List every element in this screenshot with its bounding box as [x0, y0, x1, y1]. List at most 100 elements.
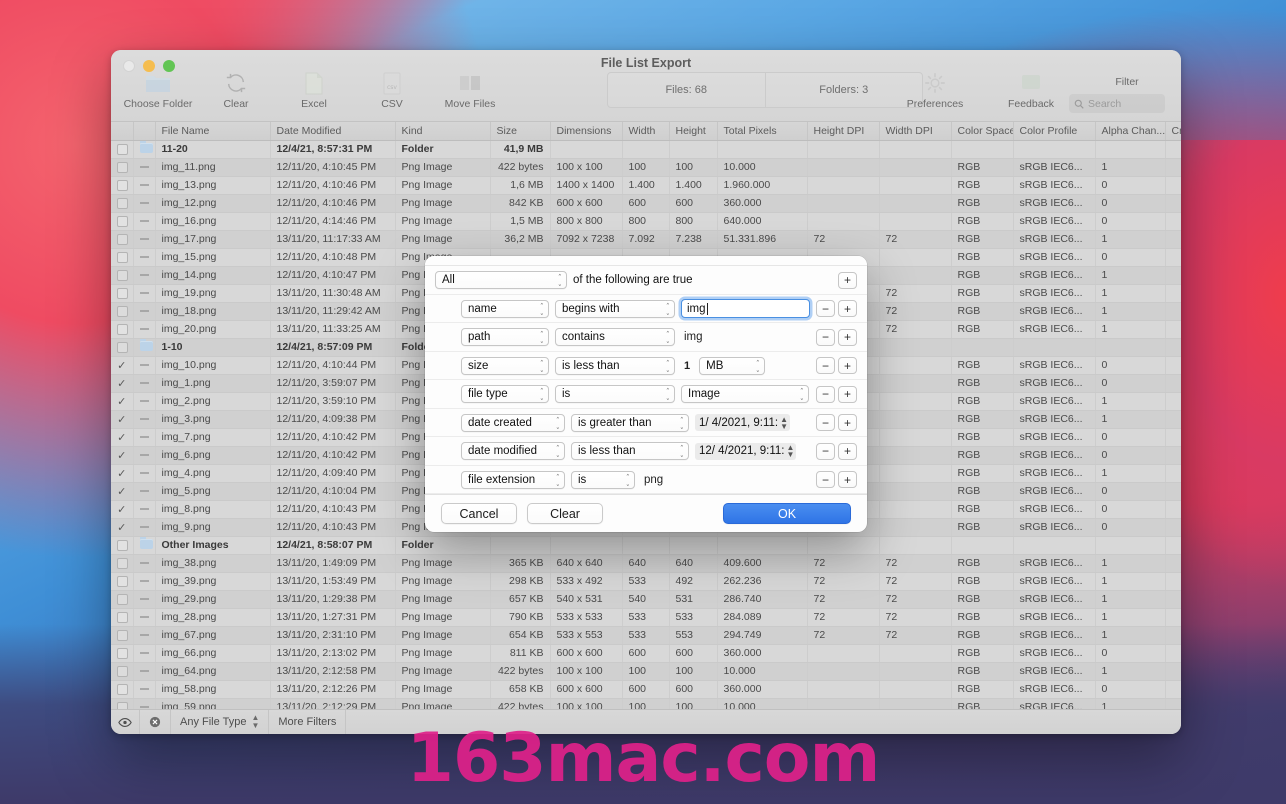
remove-rule-button[interactable]: − — [816, 442, 835, 460]
header-total-pixels[interactable]: Total Pixels — [717, 122, 808, 141]
row-checkbox[interactable] — [111, 158, 134, 177]
row-checkbox[interactable] — [111, 662, 134, 681]
remove-rule-button[interactable]: − — [816, 328, 835, 346]
row-checkbox[interactable] — [111, 320, 134, 339]
rule-field-dropdown[interactable]: date created — [461, 413, 565, 432]
toolbar-button-choose-folder[interactable]: Choose Folder — [119, 70, 197, 110]
toolbar-button-excel[interactable]: Excel — [275, 70, 353, 110]
add-rule-button[interactable]: + — [838, 357, 857, 375]
table-row[interactable]: Other Images 12/4/21, 8:58:07 PM Folder — [111, 536, 1181, 555]
add-rule-button[interactable]: + — [838, 442, 857, 460]
table-row[interactable]: img_38.png 13/11/20, 1:49:09 PM Png Image 3… — [111, 554, 1181, 573]
rule-field-dropdown[interactable]: file type — [461, 385, 549, 404]
row-checkbox[interactable] — [111, 626, 134, 645]
add-rule-button[interactable]: + — [838, 414, 857, 432]
header-size[interactable]: Size — [490, 122, 551, 141]
header-width[interactable]: Width — [622, 122, 670, 141]
row-checkbox[interactable]: ✓ — [111, 518, 134, 537]
table-row[interactable]: img_11.png 12/11/20, 4:10:45 PM Png Image 4… — [111, 158, 1181, 177]
table-row[interactable]: img_59.png 13/11/20, 2:12:29 PM Png Image 4… — [111, 698, 1181, 709]
toolbar-button-preferences[interactable]: Preferences — [887, 70, 983, 110]
toolbar-button-clear[interactable]: Clear — [197, 70, 275, 110]
row-checkbox[interactable] — [111, 572, 134, 591]
row-checkbox[interactable] — [111, 212, 134, 231]
table-row[interactable]: img_13.png 12/11/20, 4:10:46 PM Png Image 1… — [111, 176, 1181, 195]
table-row[interactable]: img_58.png 13/11/20, 2:12:26 PM Png Image 6… — [111, 680, 1181, 699]
remove-rule-button[interactable]: − — [816, 385, 835, 403]
table-row[interactable]: img_17.png 13/11/20, 11:17:33 AM Png Image… — [111, 230, 1181, 249]
table-row[interactable]: img_66.png 13/11/20, 2:13:02 PM Png Image 8… — [111, 644, 1181, 663]
header-color-profile[interactable]: Color Profile — [1013, 122, 1096, 141]
row-checkbox[interactable] — [111, 680, 134, 699]
header-file-name[interactable]: File Name — [155, 122, 271, 141]
row-checkbox[interactable] — [111, 176, 134, 195]
match-mode-dropdown[interactable]: All — [435, 271, 567, 290]
remove-rule-button[interactable]: − — [816, 471, 835, 489]
row-checkbox[interactable]: ✓ — [111, 446, 134, 465]
row-checkbox[interactable] — [111, 536, 134, 555]
cancel-button[interactable]: Cancel — [441, 503, 517, 525]
toolbar-button-feedback[interactable]: Feedback — [983, 70, 1079, 110]
table-row[interactable]: img_12.png 12/11/20, 4:10:46 PM Png Image 8… — [111, 194, 1181, 213]
row-checkbox[interactable] — [111, 698, 134, 709]
header-date-modified[interactable]: Date Modified — [270, 122, 396, 141]
table-row[interactable]: img_29.png 13/11/20, 1:29:38 PM Png Image 6… — [111, 590, 1181, 609]
rule-value-dropdown[interactable]: Image — [681, 385, 809, 404]
chevron-updown-icon[interactable]: ▲ ▼ — [786, 444, 794, 459]
row-checkbox[interactable]: ✓ — [111, 374, 134, 393]
rule-operator-dropdown[interactable]: is — [571, 470, 635, 489]
remove-rule-button[interactable]: − — [816, 300, 835, 318]
header-kind[interactable]: Kind — [395, 122, 491, 141]
add-rule-button[interactable]: + — [838, 385, 857, 403]
rule-value-input[interactable]: img — [681, 331, 703, 343]
table-row[interactable]: 11-20 12/4/21, 8:57:31 PM Folder 41,9 MB — [111, 140, 1181, 159]
table-row[interactable]: img_67.png 13/11/20, 2:31:10 PM Png Image 6… — [111, 626, 1181, 645]
add-rule-button[interactable]: + — [838, 300, 857, 318]
rule-date-stepper[interactable]: 12/ 4/2021, 9:11: ▲ ▼ — [695, 442, 797, 460]
rule-operator-dropdown[interactable]: begins with — [555, 299, 675, 318]
table-row[interactable]: img_28.png 13/11/20, 1:27:31 PM Png Image 7… — [111, 608, 1181, 627]
header-height-dpi[interactable]: Height DPI — [807, 122, 880, 141]
rule-operator-dropdown[interactable]: contains — [555, 328, 675, 347]
row-checkbox[interactable]: ✓ — [111, 482, 134, 501]
row-checkbox[interactable]: ✓ — [111, 428, 134, 447]
toolbar-button-move-files[interactable]: Move Files — [431, 70, 509, 110]
row-checkbox[interactable] — [111, 554, 134, 573]
rule-field-dropdown[interactable]: size — [461, 356, 549, 375]
rule-field-dropdown[interactable]: name — [461, 299, 549, 318]
rule-operator-dropdown[interactable]: is less than — [555, 356, 675, 375]
rule-value-input[interactable]: img — [681, 299, 810, 319]
row-checkbox[interactable]: ✓ — [111, 464, 134, 483]
rule-field-dropdown[interactable]: date modified — [461, 442, 565, 461]
header-alpha-channel[interactable]: Alpha Chan... — [1095, 122, 1166, 141]
row-checkbox[interactable]: ✓ — [111, 410, 134, 429]
header-dimensions[interactable]: Dimensions — [550, 122, 623, 141]
rule-value-input[interactable]: 1 — [681, 360, 693, 372]
row-checkbox[interactable] — [111, 140, 134, 159]
chevron-updown-icon[interactable]: ▲ ▼ — [780, 415, 788, 430]
header-created[interactable]: Cr — [1165, 122, 1181, 141]
rule-operator-dropdown[interactable]: is less than — [571, 442, 689, 461]
header-select-all[interactable] — [111, 122, 134, 141]
clear-button[interactable]: Clear — [527, 503, 603, 525]
row-checkbox[interactable] — [111, 302, 134, 321]
row-checkbox[interactable] — [111, 266, 134, 285]
row-checkbox[interactable] — [111, 644, 134, 663]
toolbar-button-csv[interactable]: csv CSV — [353, 70, 431, 110]
rule-operator-dropdown[interactable]: is greater than — [571, 413, 689, 432]
row-checkbox[interactable] — [111, 284, 134, 303]
table-row[interactable]: img_39.png 13/11/20, 1:53:49 PM Png Image 2… — [111, 572, 1181, 591]
row-checkbox[interactable] — [111, 248, 134, 267]
row-checkbox[interactable] — [111, 608, 134, 627]
rule-field-dropdown[interactable]: path — [461, 328, 549, 347]
header-height[interactable]: Height — [669, 122, 718, 141]
row-checkbox[interactable] — [111, 194, 134, 213]
add-rule-button[interactable]: + — [838, 471, 857, 489]
row-checkbox[interactable]: ✓ — [111, 500, 134, 519]
rule-value-input[interactable]: png — [641, 474, 663, 486]
add-rule-button[interactable]: + — [838, 328, 857, 346]
add-rule-button[interactable]: + — [838, 271, 857, 289]
rule-field-dropdown[interactable]: file extension — [461, 470, 565, 489]
rule-operator-dropdown[interactable]: is — [555, 385, 675, 404]
ok-button[interactable]: OK — [723, 503, 851, 525]
